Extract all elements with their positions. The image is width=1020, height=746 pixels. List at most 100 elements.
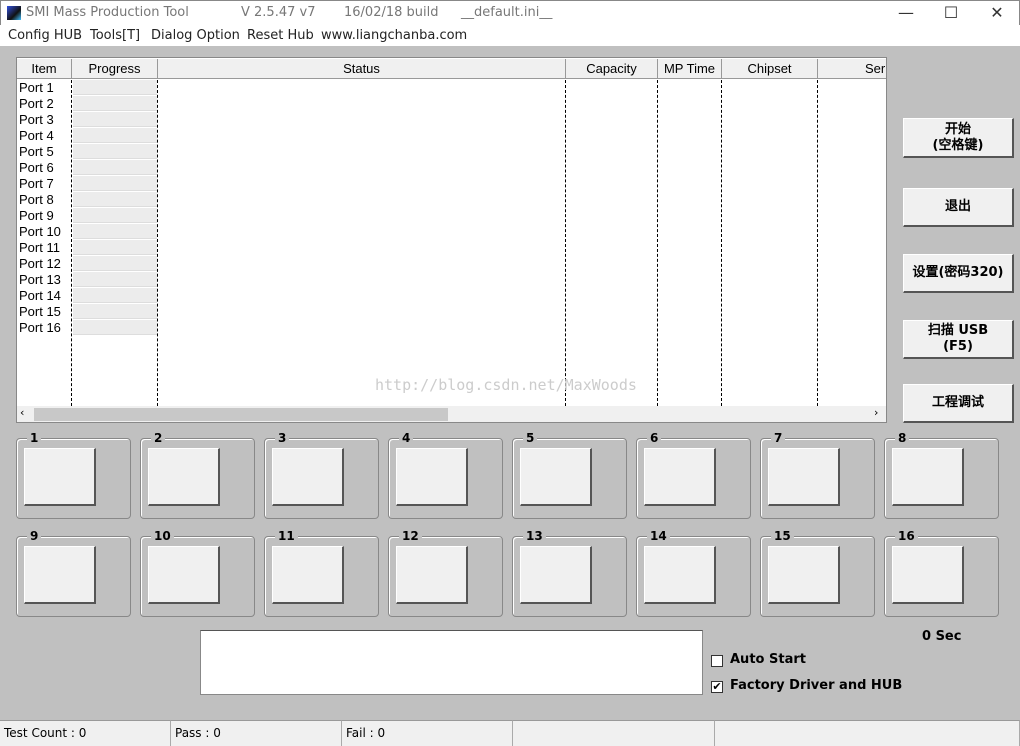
- port-item[interactable]: Port 4: [19, 128, 54, 144]
- column-progress[interactable]: Progress: [72, 59, 158, 79]
- maximize-button[interactable]: ☐: [936, 3, 966, 22]
- port-item[interactable]: Port 7: [19, 176, 54, 192]
- port-status-button[interactable]: [644, 546, 716, 604]
- port-progress-bar: [73, 112, 157, 127]
- port-progress-bar: [73, 176, 157, 191]
- column-capacity[interactable]: Capacity: [566, 59, 658, 79]
- log-box[interactable]: [200, 630, 703, 695]
- scan-usb-button[interactable]: 扫描 USB (F5): [903, 320, 1014, 359]
- column-item[interactable]: Item: [17, 59, 72, 79]
- port-group-label: 13: [523, 529, 546, 543]
- port-group: 11: [264, 529, 379, 617]
- port-status-button[interactable]: [892, 546, 964, 604]
- port-item[interactable]: Port 14: [19, 288, 61, 304]
- port-group-label: 5: [523, 431, 538, 445]
- version: V 2.5.47 v7: [241, 5, 316, 20]
- timer: 0 Sec: [922, 629, 962, 644]
- port-item[interactable]: Port 2: [19, 96, 54, 112]
- port-item[interactable]: Port 10: [19, 224, 61, 240]
- menu-config-hub[interactable]: Config HUB: [8, 28, 82, 43]
- start-button[interactable]: 开始 (空格键): [903, 118, 1014, 158]
- menu-website[interactable]: www.liangchanba.com: [321, 28, 467, 43]
- port-status-button[interactable]: [24, 546, 96, 604]
- column-serial[interactable]: Ser: [818, 59, 886, 79]
- status-panel-4: [513, 720, 715, 746]
- exit-button[interactable]: 退出: [903, 188, 1014, 227]
- status-test-count: Test Count : 0: [0, 720, 171, 746]
- port-status-button[interactable]: [768, 546, 840, 604]
- port-progress-bar: [73, 96, 157, 111]
- port-item[interactable]: Port 5: [19, 144, 54, 160]
- settings-button[interactable]: 设置(密码320): [903, 254, 1014, 293]
- port-status-button[interactable]: [148, 448, 220, 506]
- column-chipset[interactable]: Chipset: [722, 59, 818, 79]
- port-item[interactable]: Port 12: [19, 256, 61, 272]
- port-progress-bar: [73, 160, 157, 175]
- port-item[interactable]: Port 13: [19, 272, 61, 288]
- port-group: 14: [636, 529, 751, 617]
- menu-reset-hub[interactable]: Reset Hub: [247, 28, 314, 43]
- port-progress-bar: [73, 272, 157, 287]
- scroll-left-icon[interactable]: ‹: [20, 406, 24, 419]
- debug-button[interactable]: 工程调试: [903, 384, 1014, 423]
- minimize-button[interactable]: —: [891, 3, 921, 22]
- port-item[interactable]: Port 6: [19, 160, 54, 176]
- port-status-button[interactable]: [272, 448, 344, 506]
- auto-start-checkbox[interactable]: [711, 655, 723, 667]
- port-progress-bar: [73, 304, 157, 319]
- port-progress-bar: [73, 192, 157, 207]
- port-group-label: 10: [151, 529, 174, 543]
- port-group-label: 15: [771, 529, 794, 543]
- port-status-button[interactable]: [396, 546, 468, 604]
- port-group: 2: [140, 431, 255, 519]
- port-item[interactable]: Port 8: [19, 192, 54, 208]
- port-group-label: 8: [895, 431, 910, 445]
- port-progress-bar: [73, 320, 157, 335]
- port-group: 10: [140, 529, 255, 617]
- port-group-label: 1: [27, 431, 42, 445]
- port-item[interactable]: Port 1: [19, 80, 54, 96]
- menu-bar: Config HUB Tools[T] Dialog Option Reset …: [0, 25, 1020, 46]
- port-progress-bar: [73, 224, 157, 239]
- port-status-button[interactable]: [768, 448, 840, 506]
- port-status-button[interactable]: [272, 546, 344, 604]
- app-icon: [7, 6, 21, 20]
- port-group-label: 11: [275, 529, 298, 543]
- port-group-label: 4: [399, 431, 414, 445]
- port-item[interactable]: Port 16: [19, 320, 61, 336]
- scroll-right-icon[interactable]: ›: [874, 406, 878, 419]
- port-group-label: 9: [27, 529, 42, 543]
- factory-driver-checkbox[interactable]: ✔: [711, 681, 723, 693]
- port-status-button[interactable]: [644, 448, 716, 506]
- port-status-button[interactable]: [520, 546, 592, 604]
- close-button[interactable]: ✕: [982, 3, 1012, 22]
- scrollbar-thumb[interactable]: [34, 408, 448, 421]
- port-group-label: 2: [151, 431, 166, 445]
- port-list[interactable]: Item Progress Status Capacity MP Time Ch…: [16, 57, 887, 423]
- port-group: 3: [264, 431, 379, 519]
- port-group: 7: [760, 431, 875, 519]
- port-status-button[interactable]: [148, 546, 220, 604]
- port-item[interactable]: Port 9: [19, 208, 54, 224]
- port-group: 1: [16, 431, 131, 519]
- port-status-button[interactable]: [396, 448, 468, 506]
- port-status-button[interactable]: [892, 448, 964, 506]
- port-progress-bar: [73, 144, 157, 159]
- menu-dialog-option[interactable]: Dialog Option: [151, 28, 240, 43]
- menu-tools[interactable]: Tools[T]: [90, 28, 140, 43]
- column-status[interactable]: Status: [158, 59, 566, 79]
- port-group: 16: [884, 529, 999, 617]
- port-item[interactable]: Port 3: [19, 112, 54, 128]
- port-status-button[interactable]: [24, 448, 96, 506]
- port-group-label: 6: [647, 431, 662, 445]
- horizontal-scrollbar[interactable]: ‹ ›: [17, 406, 886, 422]
- port-status-button[interactable]: [520, 448, 592, 506]
- port-item[interactable]: Port 15: [19, 304, 61, 320]
- port-progress-bar: [73, 80, 157, 95]
- port-item[interactable]: Port 11: [19, 240, 60, 256]
- column-mp-time[interactable]: MP Time: [658, 59, 722, 79]
- port-progress-bar: [73, 256, 157, 271]
- port-group: 15: [760, 529, 875, 617]
- status-fail: Fail : 0: [342, 720, 513, 746]
- port-group: 6: [636, 431, 751, 519]
